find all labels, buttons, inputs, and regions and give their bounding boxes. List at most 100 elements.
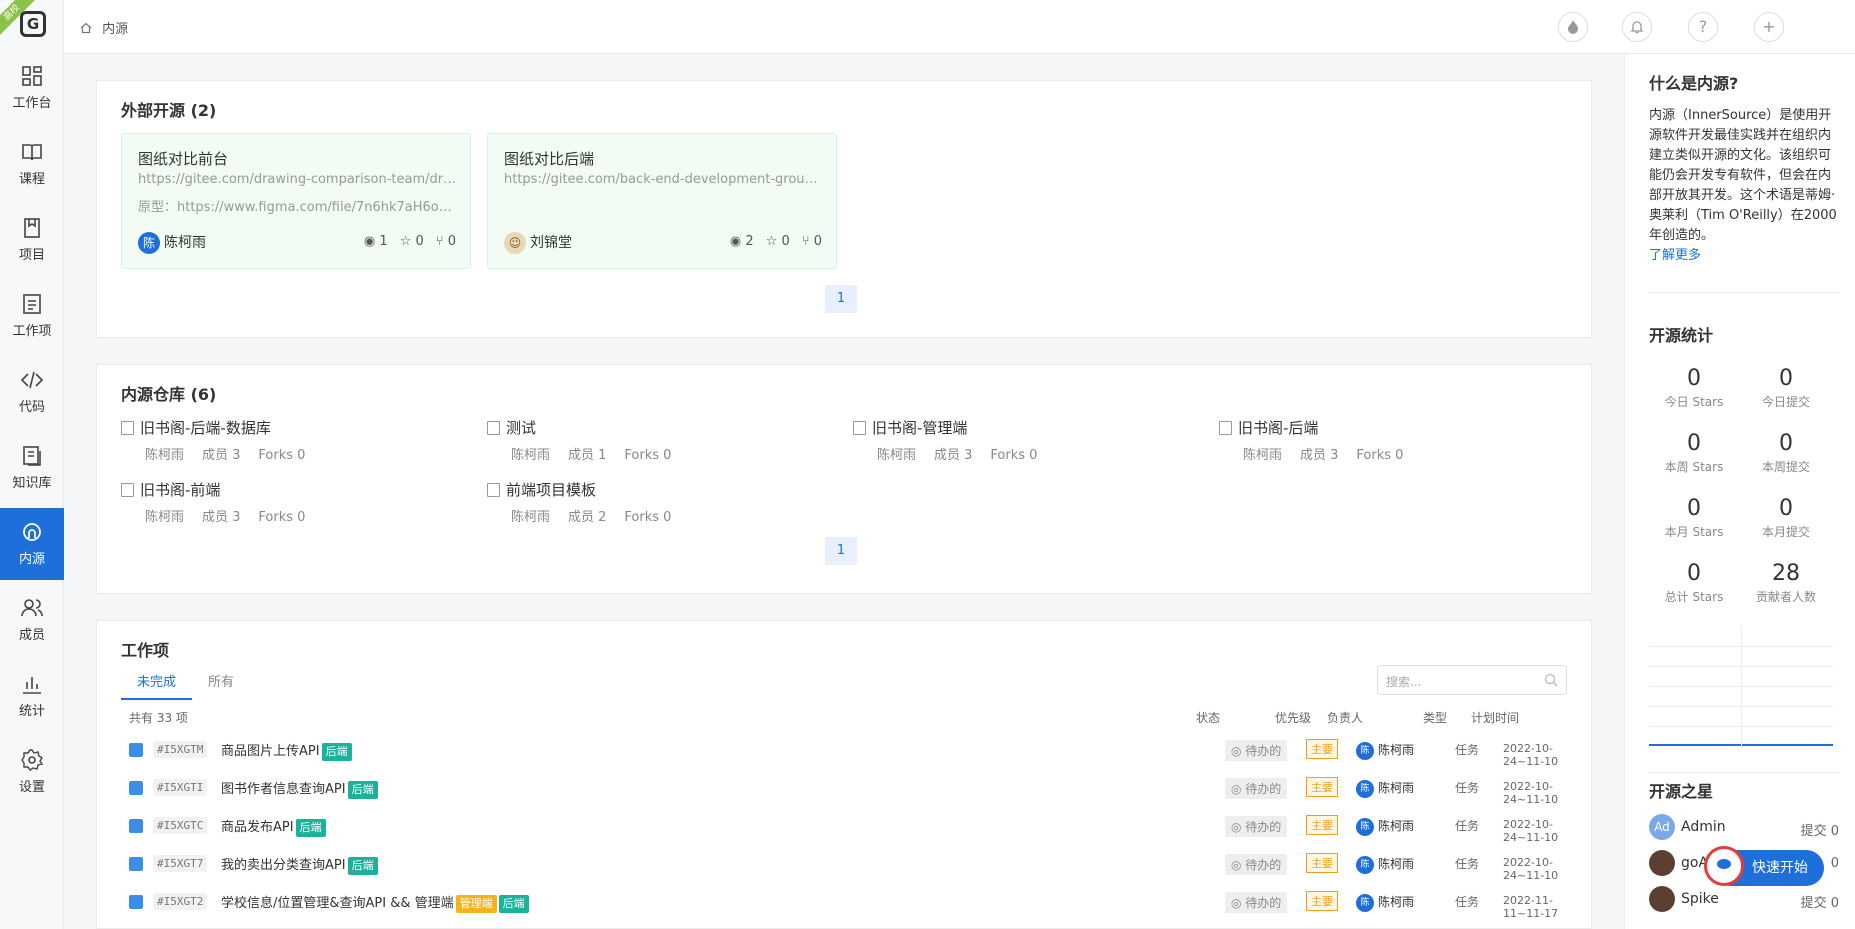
app-logo[interactable]: 高校 G [0,0,64,52]
nav-item-settings[interactable]: 设置 [0,736,64,808]
priority-badge[interactable]: 主要 [1306,815,1338,835]
nav-item-wiki[interactable]: 知识库 [0,432,64,504]
status-badge[interactable]: ◎ 待办的 [1225,740,1288,761]
avatar: 陈 [1356,779,1374,798]
stat-value: 0 [1687,366,1701,391]
repo-owner: 陈柯雨 [1243,448,1283,463]
eye-icon: ◉ [363,234,376,249]
stat-item: 28 贡献者人数 [1741,561,1831,605]
work-item-id[interactable]: #I5XGTM [153,741,208,758]
repo-item[interactable]: 前端项目模板 陈柯雨 成员 2 Forks 0 [487,479,847,531]
work-item-row[interactable]: #I5XGTM 商品图片上传API 后端 ◎ 待办的 主要陈陈柯雨 任务 2022-10-2… [129,735,1569,768]
external-pager-page[interactable]: 1 [825,285,857,313]
what-is-innersource-title: 什么是内源? [1649,74,1739,93]
stats-icon [23,677,41,694]
innersource-repos-panel: 内源仓库 (6) 旧书阁-后端-数据库 陈柯雨 成员 3 Forks 0 测试 陈柯雨 成员… [96,364,1592,594]
breadcrumb[interactable]: 内源 [80,18,128,37]
work-item-row[interactable]: #I5XGT7 我的卖出分类查询API 后端 ◎ 待办的 主要陈陈柯雨 任务 2022-10… [129,849,1569,882]
contributor-row[interactable]: Spike 提交 0 [1649,886,1839,916]
stat-item: 0 本月提交 [1741,496,1831,540]
repo-name[interactable]: 旧书阁-后端 [1238,419,1318,437]
nav-item-dashboard[interactable]: 工作台 [0,52,64,124]
search-icon [1544,673,1558,687]
work-item-id[interactable]: #I5XGTI [153,779,208,796]
work-item-type: 任务 [1455,857,1480,871]
repo-item[interactable]: 旧书阁-前端 陈柯雨 成员 3 Forks 0 [121,479,481,531]
card-url[interactable]: https://gitee.com/back-end-development-g… [504,172,824,187]
work-item-id[interactable]: #I5XGT7 [153,855,208,872]
card-url[interactable]: https://gitee.com/drawing-comparison-tea… [138,172,458,187]
tab-all[interactable]: 所有 [192,671,250,698]
contributor-commits: 提交 0 [1800,896,1839,911]
nav-item-book[interactable]: 课程 [0,128,64,200]
assignee[interactable]: 陈陈柯雨 [1356,855,1414,874]
work-item-title[interactable]: 学校信息/位置管理&查询API && 管理端 [221,896,454,911]
repo-name[interactable]: 旧书阁-管理端 [872,419,967,437]
work-item-title[interactable]: 我的卖出分类查询API [221,858,346,873]
work-item-title[interactable]: 图书作者信息查询API [221,782,346,797]
priority-badge[interactable]: 主要 [1306,739,1338,759]
repo-forks: Forks 0 [624,510,672,525]
assignee[interactable]: 陈陈柯雨 [1356,893,1414,912]
add-icon[interactable]: + [1754,12,1784,42]
repo-item[interactable]: 旧书阁-管理端 陈柯雨 成员 3 Forks 0 [853,417,1213,469]
nav-item-innersource[interactable]: 内源 [0,508,64,580]
work-item-row[interactable]: #I5XGT2 学校信息/位置管理&查询API && 管理端 管理端 后端 ◎ 待办的主… [129,887,1569,920]
assignee[interactable]: 陈陈柯雨 [1356,779,1414,798]
nav-item-label: 知识库 [12,476,52,491]
repo-item[interactable]: 旧书阁-后端 陈柯雨 成员 3 Forks 0 [1219,417,1579,469]
repo-name[interactable]: 前端项目模板 [506,481,596,499]
nav-item-project[interactable]: 项目 [0,204,64,276]
work-item-title[interactable]: 商品发布API [221,820,294,835]
status-badge[interactable]: ◎ 待办的 [1225,854,1288,875]
assignee[interactable]: 陈陈柯雨 [1356,741,1414,760]
forks-count: 0 [447,234,456,249]
priority-badge[interactable]: 主要 [1306,777,1338,797]
card-prototype-link[interactable]: 原型：https://www.figma.com/file/7n6hk7aH6o… [138,196,458,215]
nav-item-code[interactable]: 代码 [0,356,64,428]
stat-value: 0 [1687,431,1701,456]
repo-name[interactable]: 旧书阁-前端 [140,481,220,499]
repo-item[interactable]: 旧书阁-后端-数据库 陈柯雨 成员 3 Forks 0 [121,417,481,469]
contributor-row[interactable]: Ad Admin 提交 0 [1649,814,1839,844]
repo-members: 成员 3 [934,448,973,463]
tab-incomplete[interactable]: 未完成 [121,671,193,700]
stat-value: 0 [1687,496,1701,521]
status-badge[interactable]: ◎ 待办的 [1225,892,1288,913]
learn-more-link[interactable]: 了解更多 [1649,248,1701,263]
work-item-title[interactable]: 商品图片上传API [221,744,320,759]
repo-item[interactable]: 测试 陈柯雨 成员 1 Forks 0 [487,417,847,469]
status-badge[interactable]: ◎ 待办的 [1225,816,1288,837]
priority-badge[interactable]: 主要 [1306,853,1338,873]
quick-start-button[interactable]: 快速开始 [1704,846,1824,886]
repo-name[interactable]: 测试 [506,419,536,437]
work-item-row[interactable]: #I5XGTC 商品发布API 后端 ◎ 待办的 主要陈陈柯雨 任务 2022-10-24~… [129,811,1569,844]
work-item-id[interactable]: #I5XGT2 [153,893,208,910]
plan-time: 2022-11-11~11-17 [1503,894,1559,920]
repo-owner: 陈柯雨 [877,448,917,463]
nav-item-members[interactable]: 成员 [0,584,64,656]
card-title[interactable]: 图纸对比后端 [504,148,594,169]
fire-icon[interactable] [1558,12,1588,42]
avatar: 陈 [1356,741,1374,760]
bell-icon[interactable] [1622,12,1652,42]
work-item-type: 任务 [1455,781,1480,795]
help-icon[interactable]: ? [1688,12,1718,42]
priority-badge[interactable]: 主要 [1306,891,1338,911]
views-count: 1 [379,234,388,249]
external-project-card[interactable]: 图纸对比前台 https://gitee.com/drawing-comparis… [121,133,471,269]
work-item-id[interactable]: #I5XGTC [153,817,208,834]
external-project-card[interactable]: 图纸对比后端 https://gitee.com/back-end-develop… [487,133,837,269]
work-item-row[interactable]: #I5XGTI 图书作者信息查询API 后端 ◎ 待办的 主要陈陈柯雨 任务 2022-10… [129,773,1569,806]
status-badge[interactable]: ◎ 待办的 [1225,778,1288,799]
inner-pager-page[interactable]: 1 [825,537,857,565]
breadcrumb-current: 内源 [102,22,129,37]
nav-item-stats[interactable]: 统计 [0,660,64,732]
repo-name[interactable]: 旧书阁-后端-数据库 [140,419,271,437]
assignee[interactable]: 陈陈柯雨 [1356,817,1414,836]
card-title[interactable]: 图纸对比前台 [138,148,228,169]
task-type-icon [129,857,143,871]
work-search-input[interactable]: 搜索... [1377,665,1567,695]
repo-owner: 陈柯雨 [145,510,185,525]
nav-item-task[interactable]: 工作项 [0,280,64,352]
